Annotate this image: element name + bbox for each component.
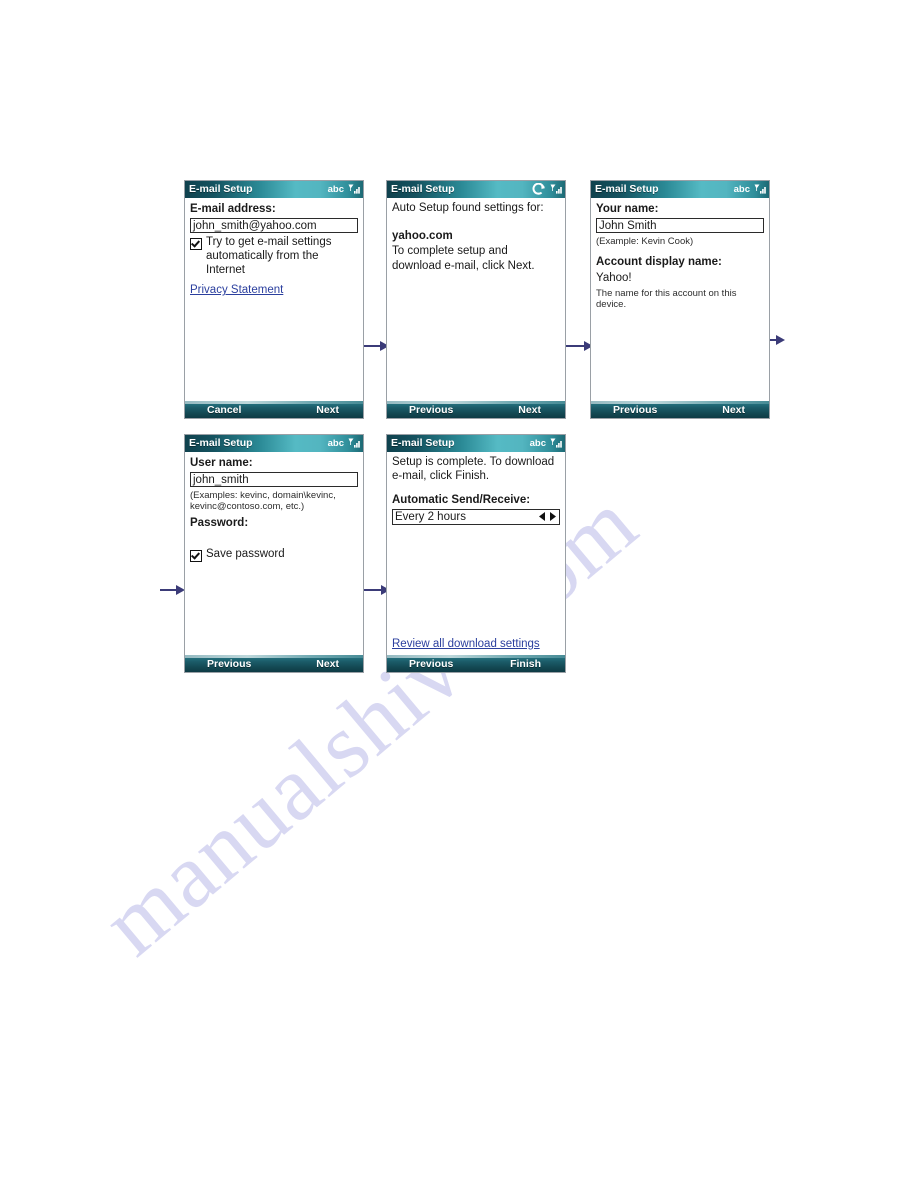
status-icons: abc: [530, 435, 565, 452]
cancel-button[interactable]: Cancel: [207, 404, 241, 416]
screen-your-name: E-mail Setup abc Your name: John Smith (…: [590, 180, 770, 419]
screen-title: E-mail Setup: [189, 437, 253, 449]
screen-body: Auto Setup found settings for: yahoo.com…: [387, 198, 565, 401]
password-label: Password:: [190, 516, 249, 529]
watermark-text: manualshive.com: [83, 471, 656, 975]
signal-strength-icon: [550, 184, 562, 194]
soft-key-bar: Previous Next: [591, 401, 769, 418]
screen-title: E-mail Setup: [189, 183, 253, 195]
screen-setup-complete: E-mail Setup abc Setup is complete. To d…: [386, 434, 566, 673]
signal-strength-icon: [754, 184, 766, 194]
title-bar: E-mail Setup abc: [185, 181, 363, 198]
auto-send-receive-select[interactable]: Every 2 hours: [392, 508, 560, 525]
soft-key-bar: Previous Finish: [387, 655, 565, 672]
save-password-label: Save password: [206, 547, 285, 560]
status-icons: abc: [328, 181, 363, 198]
your-name-input[interactable]: John Smith: [596, 218, 764, 234]
next-button[interactable]: Next: [316, 404, 339, 416]
screen-user-name: E-mail Setup abc User name: john_smith (…: [184, 434, 364, 673]
auto-settings-checkbox[interactable]: [190, 238, 202, 251]
next-button[interactable]: Next: [316, 658, 339, 670]
soft-key-bar: Cancel Next: [185, 401, 363, 418]
account-display-name-value: Yahoo!: [596, 272, 632, 285]
setup-complete-text: Setup is complete. To download e-mail, c…: [392, 456, 555, 483]
screen-email-address: E-mail Setup abc E-mail address: john_sm…: [184, 180, 364, 419]
account-display-name-label: Account display name:: [596, 256, 722, 269]
sync-icon: [532, 183, 546, 195]
title-bar: E-mail Setup abc: [591, 181, 769, 198]
email-address-input[interactable]: john_smith@yahoo.com: [190, 218, 358, 234]
finish-button[interactable]: Finish: [510, 658, 541, 670]
user-name-label: User name:: [190, 457, 253, 469]
status-icons: abc: [328, 435, 363, 452]
save-password-checkbox-row[interactable]: Save password: [190, 548, 358, 562]
screen-body: User name: john_smith (Examples: kevinc,…: [185, 452, 363, 655]
auto-settings-checkbox-row[interactable]: Try to get e-mail settings automatically…: [190, 236, 358, 277]
privacy-statement-link[interactable]: Privacy Statement: [190, 284, 283, 296]
abc-indicator-icon: abc: [733, 184, 750, 195]
auto-send-receive-label: Automatic Send/Receive:: [392, 493, 531, 506]
signal-strength-icon: [348, 438, 360, 448]
next-button[interactable]: Next: [722, 404, 745, 416]
email-address-label: E-mail address:: [190, 203, 276, 215]
abc-indicator-icon: abc: [327, 184, 344, 195]
previous-button[interactable]: Previous: [409, 658, 453, 670]
status-icons: [532, 183, 565, 196]
user-name-input[interactable]: john_smith: [190, 472, 358, 488]
chevron-left-icon[interactable]: [539, 512, 546, 522]
signal-strength-icon: [348, 184, 360, 194]
title-bar: E-mail Setup: [387, 181, 565, 198]
screen-body: E-mail address: john_smith@yahoo.com Try…: [185, 198, 363, 401]
screen-title: E-mail Setup: [391, 437, 455, 449]
soft-key-bar: Previous Next: [387, 401, 565, 418]
status-icons: abc: [734, 181, 769, 198]
account-display-name-hint: The name for this account on this device…: [596, 287, 737, 311]
screen-title: E-mail Setup: [391, 183, 455, 195]
next-button[interactable]: Next: [518, 404, 541, 416]
user-name-example-hint: (Examples: kevinc, domain\kevinc, kevinc…: [190, 490, 336, 513]
spinner-arrows[interactable]: [539, 512, 556, 522]
auto-settings-label: Try to get e-mail settings automatically…: [206, 236, 332, 276]
title-bar: E-mail Setup abc: [185, 435, 363, 452]
title-bar: E-mail Setup abc: [387, 435, 565, 452]
screen-auto-setup: E-mail Setup Auto Setup found settings f…: [386, 180, 566, 419]
previous-button[interactable]: Previous: [207, 658, 251, 670]
review-download-settings-link[interactable]: Review all download settings: [392, 638, 540, 650]
chevron-right-icon[interactable]: [549, 512, 556, 522]
auto-send-receive-value: Every 2 hours: [395, 510, 466, 523]
abc-indicator-icon: abc: [529, 438, 546, 449]
detected-domain: yahoo.com: [392, 230, 453, 243]
auto-setup-intro-text: Auto Setup found settings for:: [392, 202, 544, 214]
screen-body: Your name: John Smith (Example: Kevin Co…: [591, 198, 769, 401]
screen-body: Setup is complete. To download e-mail, c…: [387, 452, 565, 655]
save-password-checkbox[interactable]: [190, 549, 202, 562]
signal-strength-icon: [550, 438, 562, 448]
soft-key-bar: Previous Next: [185, 655, 363, 672]
previous-button[interactable]: Previous: [409, 404, 453, 416]
page-canvas: manualshive.com E-mail Setup abc E-mail …: [0, 0, 918, 1188]
previous-button[interactable]: Previous: [613, 404, 657, 416]
screen-title: E-mail Setup: [595, 183, 659, 195]
your-name-label: Your name:: [596, 203, 659, 215]
your-name-example-hint: (Example: Kevin Cook): [596, 236, 694, 248]
auto-setup-instruction-text: To complete setup and download e-mail, c…: [392, 245, 535, 272]
abc-indicator-icon: abc: [327, 438, 344, 449]
